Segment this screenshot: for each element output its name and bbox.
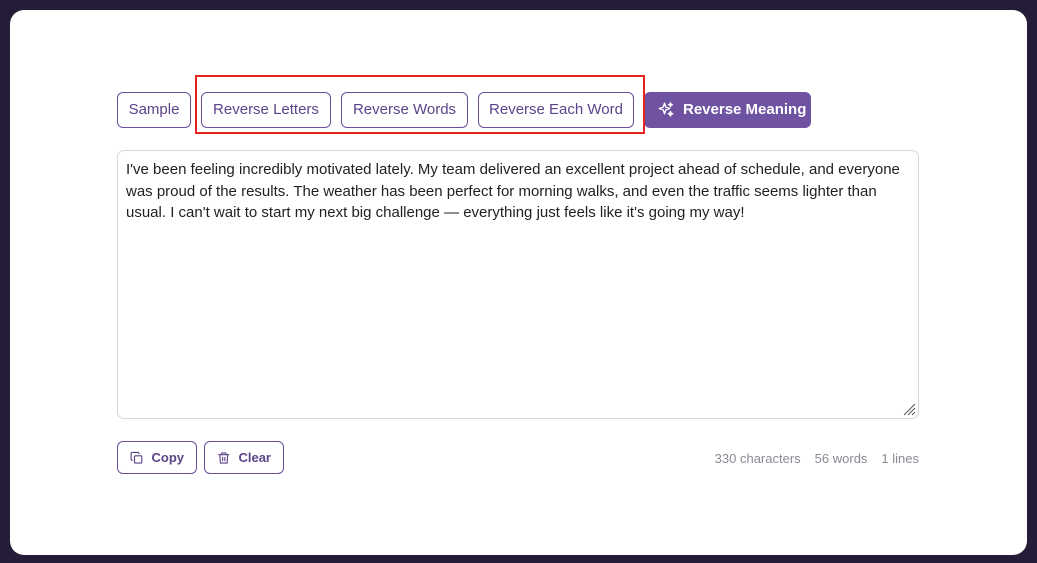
word-count: 56 words bbox=[814, 451, 868, 466]
copy-button[interactable]: Copy bbox=[117, 441, 197, 474]
text-input[interactable]: I've been feeling incredibly motivated l… bbox=[117, 150, 919, 419]
character-count: 330 characters bbox=[714, 451, 801, 466]
sample-button[interactable]: Sample bbox=[117, 92, 191, 128]
sparkle-icon bbox=[658, 102, 674, 117]
reverse-words-button[interactable]: Reverse Words bbox=[341, 92, 468, 128]
line-count: 1 lines bbox=[881, 451, 919, 466]
reverse-meaning-label: Reverse Meaning bbox=[683, 101, 807, 118]
reverse-meaning-button[interactable]: Reverse Meaning bbox=[644, 92, 811, 128]
trash-icon bbox=[218, 451, 230, 464]
clear-button[interactable]: Clear bbox=[204, 441, 284, 474]
clear-label: Clear bbox=[238, 450, 271, 465]
reverse-each-word-button[interactable]: Reverse Each Word bbox=[478, 92, 634, 128]
copy-icon bbox=[130, 451, 143, 464]
copy-label: Copy bbox=[151, 450, 185, 465]
editor-actions: Copy Clear bbox=[117, 441, 284, 474]
transform-toolbar: Sample Reverse Letters Reverse Words Rev… bbox=[117, 92, 811, 128]
text-stats: 330 characters 56 words 1 lines bbox=[715, 451, 919, 466]
resize-grip-icon[interactable] bbox=[902, 402, 916, 416]
reverse-letters-button[interactable]: Reverse Letters bbox=[201, 92, 331, 128]
